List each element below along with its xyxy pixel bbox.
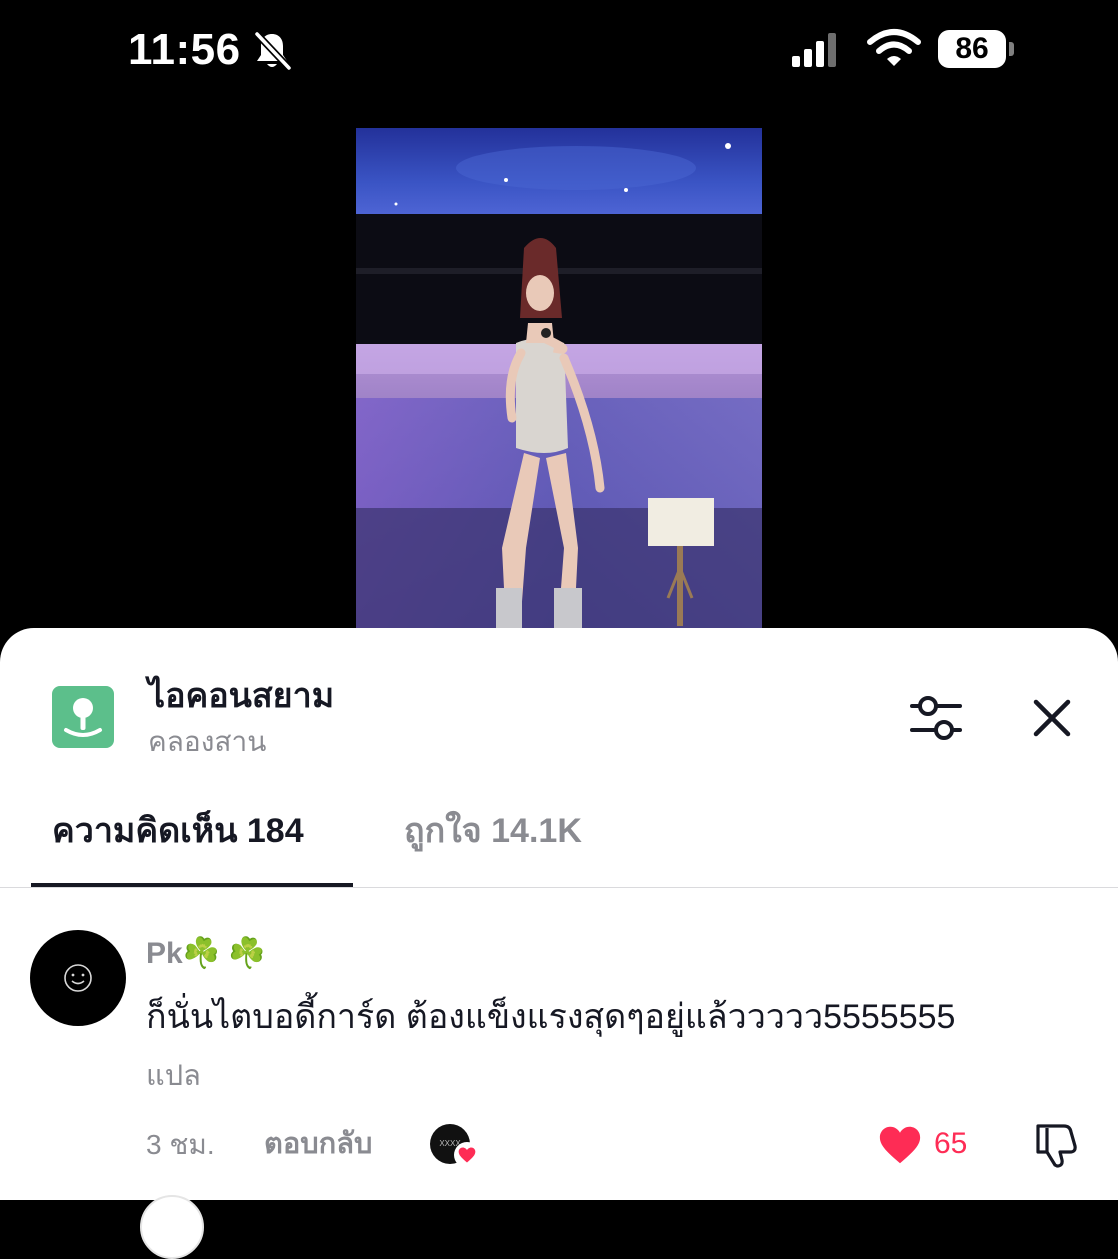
place-name[interactable]: ไอคอนสยาม	[148, 674, 334, 718]
translate-link[interactable]: แปล	[146, 1056, 201, 1096]
creator-liked-badge: XXXX	[430, 1124, 480, 1170]
close-icon[interactable]	[1028, 694, 1076, 742]
comment-timestamp: 3 ชม.	[146, 1129, 215, 1160]
battery-level: 86	[938, 30, 1006, 68]
location-pin-icon	[52, 686, 114, 748]
sliders-icon[interactable]	[908, 692, 964, 744]
comment-username[interactable]: Pk☘️ ☘️	[146, 934, 266, 974]
thumbs-down-icon[interactable]	[1030, 1120, 1080, 1170]
place-subtitle: คลองสาน	[148, 726, 267, 757]
reply-button[interactable]: ตอบกลับ	[264, 1124, 372, 1164]
status-time: 11:56	[128, 25, 241, 74]
battery-icon: 86	[938, 30, 1016, 68]
cellular-signal-icon	[792, 33, 836, 67]
heart-icon[interactable]	[876, 1122, 924, 1168]
heart-icon	[454, 1142, 480, 1168]
avatar[interactable]	[140, 1195, 204, 1259]
comment-text: ก็นั่นไตบอดี้การ์ด ต้องแข็งแรงสุดๆอยู่แล…	[146, 998, 956, 1036]
like-count: 65	[934, 1127, 968, 1160]
avatar[interactable]	[30, 930, 126, 1026]
tab-comments[interactable]: ความคิดเห็น 184	[52, 808, 304, 854]
video-thumbnail	[356, 128, 762, 628]
bell-slash-icon	[254, 31, 292, 71]
wifi-icon	[867, 29, 921, 66]
comments-sheet: ไอคอนสยาม คลองสาน ความคิดเห็น 184 ถูกใจ …	[0, 628, 1118, 1259]
tab-likes[interactable]: ถูกใจ 14.1K	[404, 808, 582, 854]
video-player[interactable]	[356, 128, 762, 628]
divider	[0, 887, 1118, 888]
